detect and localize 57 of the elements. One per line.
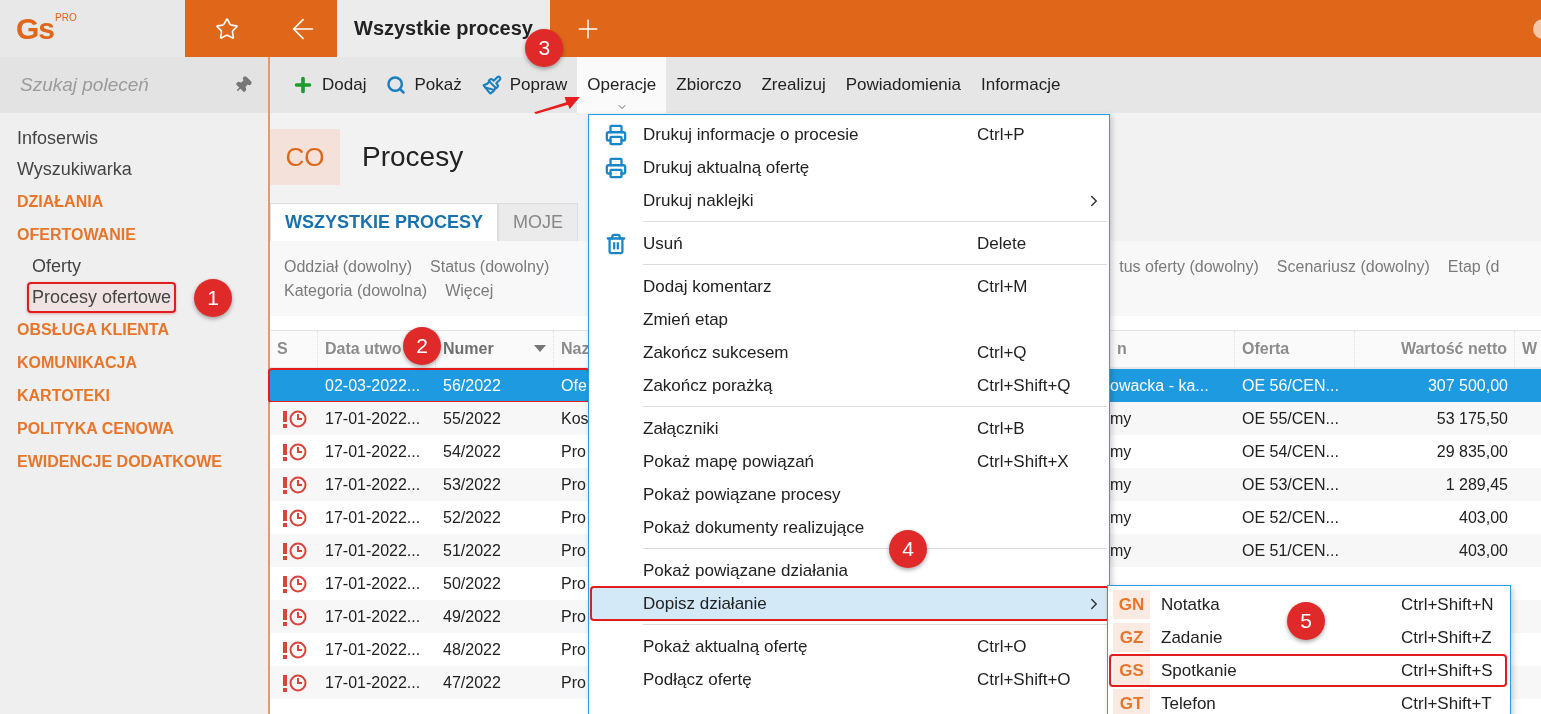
table-cell-text: 50/2022: [442, 574, 502, 593]
table-cell-text: 17-01-2022...: [324, 508, 422, 527]
table-cell-text: Ofe: [560, 376, 588, 395]
table-cell-text: Pro: [560, 607, 587, 626]
table-cell-text: 51/2022: [442, 541, 502, 560]
table-cell-text: Pro: [560, 442, 587, 461]
table-cell-text: 307 500,00: [1426, 376, 1509, 395]
module-badge: CO: [270, 129, 340, 185]
table-cell-text: my: [1110, 409, 1133, 428]
table-cell-text: 53/2022: [442, 475, 502, 494]
table-cell-text: 17-01-2022...: [324, 640, 422, 659]
table-cell-text: 53 175,50: [1435, 409, 1509, 428]
table-cell-text: 17-01-2022...: [324, 574, 422, 593]
table-cell-text: 54/2022: [442, 442, 502, 461]
table-cell-text: 49/2022: [442, 607, 502, 626]
activity-code: GT: [1113, 689, 1150, 714]
table-cell-text: Pro: [560, 640, 587, 659]
table-cell-text: Pro: [560, 673, 587, 692]
table-cell-text: 403,00: [1458, 508, 1509, 527]
table-cell-text: 52/2022: [442, 508, 502, 527]
callout-badge: 5: [1287, 602, 1325, 640]
callout-badge: 1: [194, 279, 232, 317]
table-cell-text: my: [1110, 442, 1133, 461]
table-cell-text: Pro: [560, 508, 587, 527]
table-cell-text: 48/2022: [442, 640, 502, 659]
table-cell-text: 17-01-2022...: [324, 541, 422, 560]
table-cell-text: 17-01-2022...: [324, 607, 422, 626]
activity-code: GZ: [1113, 623, 1150, 652]
table-cell-text: 17-01-2022...: [324, 475, 422, 494]
table-cell-text: my: [1110, 475, 1133, 494]
table-cell-text: OE 53/CEN...: [1241, 475, 1340, 494]
table-cell-text: Pro: [560, 541, 587, 560]
table-cell-text: 17-01-2022...: [324, 442, 422, 461]
table-cell-text: Pro: [560, 574, 587, 593]
table-cell-text: OE 51/CEN...: [1241, 541, 1340, 560]
table-cell-text: 17-01-2022...: [324, 409, 422, 428]
table-cell-text: 55/2022: [442, 409, 502, 428]
table-cell-text: OE 55/CEN...: [1241, 409, 1340, 428]
table-cell-text: my: [1110, 508, 1133, 527]
table-cell-text: my: [1110, 541, 1133, 560]
page-title: Procesy: [362, 141, 464, 173]
table-cell-text: 56/2022: [442, 376, 502, 395]
table-cell-text: 47/2022: [442, 673, 502, 692]
activity-code: GS: [1113, 656, 1150, 685]
table-cell-text: 02-03-2022...: [324, 376, 422, 395]
table-cell-text: 1 289,45: [1444, 475, 1509, 494]
callout-badge: 4: [889, 530, 927, 568]
table-cell-text: OE 56/CEN...: [1241, 376, 1340, 395]
table-cell-text: OE 52/CEN...: [1241, 508, 1340, 527]
activity-code: GN: [1113, 590, 1150, 619]
table-cell-text: 29 835,00: [1435, 442, 1509, 461]
table-cell-text: owacka - ka...: [1110, 376, 1210, 395]
table-cell-text: Kos: [560, 409, 590, 428]
table-cell-text: Pro: [560, 475, 587, 494]
table-cell-text: OE 54/CEN...: [1241, 442, 1340, 461]
table-cell-text: 403,00: [1458, 541, 1509, 560]
table-cell-text: 17-01-2022...: [324, 673, 422, 692]
